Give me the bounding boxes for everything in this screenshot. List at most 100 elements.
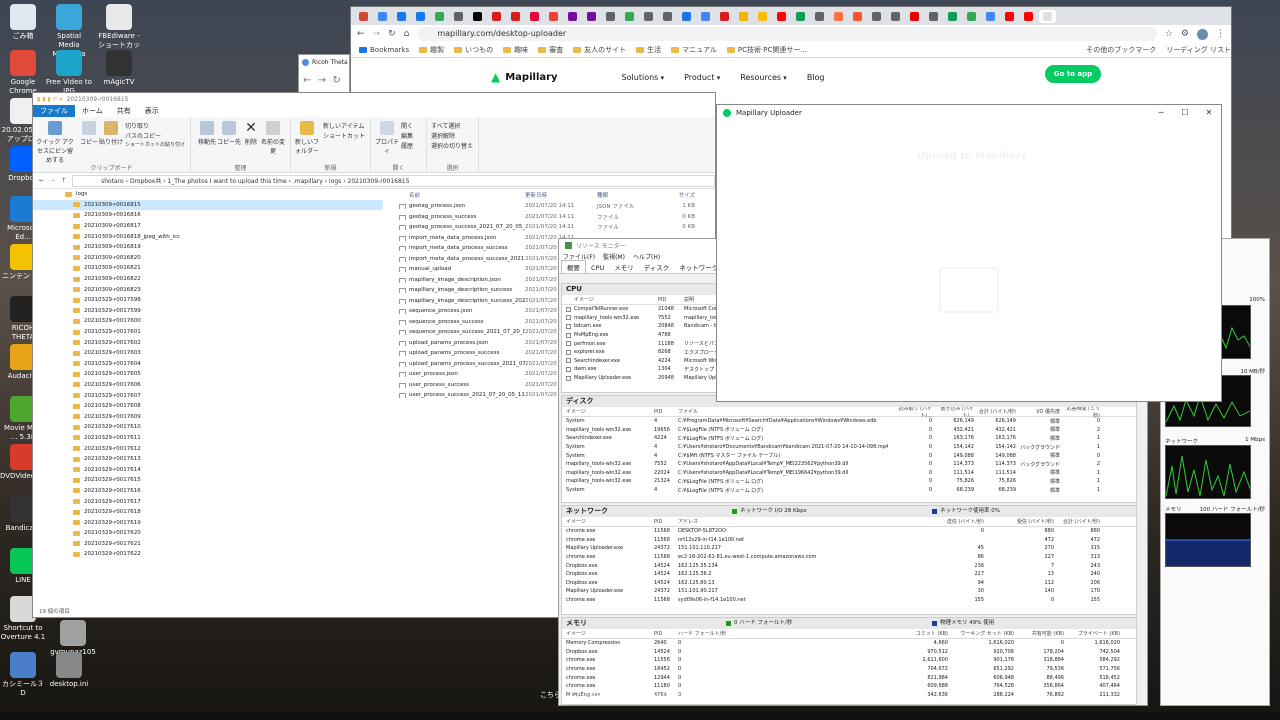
browser-tab[interactable] [697, 10, 714, 23]
folder-drop-icon[interactable] [939, 267, 999, 313]
browser-tab[interactable] [469, 10, 486, 23]
tree-item[interactable]: 20210309-r0016817 [33, 221, 383, 232]
desktop-icon[interactable]: Google Chrome [0, 50, 46, 96]
browser-tab[interactable] [678, 10, 695, 23]
tab-memory[interactable]: メモリ [609, 261, 639, 273]
tree-item[interactable]: 20210329-r0017608 [33, 401, 383, 412]
tree-item[interactable]: 20210329-r0017618 [33, 507, 383, 518]
table-row[interactable]: mapillary_tools-win32.exe 7552 C:¥Users¥sh… [562, 460, 1136, 469]
column-header[interactable]: コミット (KB) [904, 630, 948, 637]
tree-item[interactable]: 20210329-r0017606 [33, 380, 383, 391]
column-header[interactable]: イメージ [562, 408, 650, 415]
browser-tab[interactable] [1001, 10, 1018, 23]
minimize-button[interactable]: ─ [1149, 105, 1173, 120]
tree-item[interactable]: 20210329-r0017601 [33, 327, 383, 338]
bookmark-item[interactable]: 趣味 [503, 45, 528, 55]
tab-cpu[interactable]: CPU [586, 263, 609, 273]
breadcrumb[interactable]: shotaro › Dropbox共 › 1_The photos I want… [72, 174, 715, 187]
bookmark-item[interactable]: 友人のサイト [573, 45, 626, 55]
file-row[interactable]: geotag_process_success_2021_07_20_05_...… [393, 222, 717, 233]
table-row[interactable]: Memory Compression 2640 0 4,660 1,616,020 0 1,… [562, 639, 1136, 648]
nav-solutions[interactable]: Solutions [622, 73, 665, 82]
up-icon[interactable]: ↑ [61, 177, 66, 184]
forward-icon[interactable]: → [50, 177, 55, 184]
table-row[interactable]: Dropbox.exe 14524 162.125.80.13 94 112 206 [562, 579, 1136, 588]
browser-tab[interactable] [906, 10, 923, 23]
process-checkbox[interactable] [566, 349, 571, 355]
table-row[interactable]: chrome.exe 11556 0 2,611,600 901,176 318,884 5… [562, 656, 1136, 665]
tree-item[interactable]: 20210329-r0017616 [33, 486, 383, 497]
browser-tab[interactable] [602, 10, 619, 23]
browser-tab[interactable] [773, 10, 790, 23]
ricoh-nav-arrows[interactable]: ← → ↻ [299, 75, 349, 86]
table-row[interactable]: chrome.exe 11568 nrt12s29-in-f14.1e100.net… [562, 536, 1136, 545]
column-header[interactable]: PID [650, 631, 674, 637]
table-row[interactable]: Dropbox.exe 14524 162.125.36.2 227 13 240 [562, 570, 1136, 579]
tree-item[interactable]: 20210329-r0017599 [33, 306, 383, 317]
tree-item[interactable]: 20210329-r0017614 [33, 464, 383, 475]
table-row[interactable]: mapillary_tools-win32.exe 19656 C:¥$LogFil… [562, 426, 1136, 435]
new-item-button[interactable]: 新しいアイテム [323, 121, 364, 130]
browser-tab[interactable] [545, 10, 562, 23]
tree-item[interactable]: 20210329-r0017610 [33, 422, 383, 433]
tree-item[interactable]: 20210309-r0016820 [33, 253, 383, 264]
tree-item[interactable]: 20210309-r0016822 [33, 274, 383, 285]
edit-button[interactable]: 編集 [401, 131, 413, 140]
column-header[interactable]: アドレス [674, 518, 914, 525]
nav-blog[interactable]: Blog [807, 73, 825, 82]
go-to-app-button[interactable]: Go to app [1045, 65, 1101, 83]
cpu-col-pid[interactable]: PID [654, 297, 680, 303]
tree-item[interactable]: 20210309-r0016816 [33, 210, 383, 221]
column-header[interactable]: 受信 (バイト/秒) [984, 518, 1054, 525]
tree-item[interactable]: 20210329-r0017603 [33, 348, 383, 359]
browser-tab[interactable] [925, 10, 942, 23]
forward-icon[interactable]: → [373, 29, 381, 39]
file-row[interactable]: geotag_process_success 2021/07/20 14:11 ファ… [393, 212, 717, 223]
column-header[interactable]: PID [650, 519, 674, 525]
tree-item[interactable]: 20210329-r0017619 [33, 517, 383, 528]
browser-tab[interactable] [944, 10, 961, 23]
process-checkbox[interactable] [566, 358, 571, 364]
tab-share[interactable]: 共有 [110, 105, 138, 117]
tree-item[interactable]: 20210329-r0017605 [33, 369, 383, 380]
open-button[interactable]: 開く [401, 121, 413, 130]
browser-tab[interactable] [374, 10, 391, 23]
reload-icon[interactable]: ↻ [388, 29, 396, 39]
table-row[interactable]: chrome.exe 11568 ec2-18-202-61-81.eu-west-… [562, 553, 1136, 562]
column-name[interactable]: 名前 [393, 191, 525, 199]
tree-item[interactable]: 20210309-r0016819 [33, 242, 383, 253]
cut-button[interactable]: 切り取り [125, 121, 149, 130]
back-icon[interactable]: ← [357, 29, 365, 39]
browser-tab[interactable] [811, 10, 828, 23]
column-header[interactable]: PID [650, 409, 674, 415]
table-row[interactable]: System 4 C:¥$LogFile (NTFS ボリューム ログ) 0 68,23… [562, 486, 1136, 495]
process-checkbox[interactable] [566, 315, 571, 321]
star-icon[interactable]: ☆ [1165, 29, 1173, 39]
pin-quick-access-button[interactable]: クイック アクセスにピン留めする [35, 121, 75, 164]
tab-file[interactable]: ファイル [33, 105, 75, 117]
desktop-icon[interactable]: ごみ箱 [0, 4, 46, 41]
table-row[interactable]: Mapillary Uploader.exe 24372 151.101.90.21… [562, 587, 1136, 596]
process-checkbox[interactable] [566, 306, 571, 312]
close-button[interactable]: ✕ [1197, 105, 1221, 120]
process-checkbox[interactable] [566, 375, 571, 381]
tree-item[interactable]: 20210309-r0016823 [33, 284, 383, 295]
mapillary-logo[interactable]: ▲ Mapillary [491, 70, 558, 84]
tree-item-logs[interactable]: logs [33, 189, 383, 200]
browser-tab[interactable] [393, 10, 410, 23]
browser-tab[interactable] [621, 10, 638, 23]
table-row[interactable]: chrome.exe 11568 syd09s06-in-f14.1e100.net… [562, 596, 1136, 605]
column-header[interactable]: プライベート (KB) [1064, 630, 1120, 637]
tree-item[interactable]: 20210329-r0017607 [33, 390, 383, 401]
tree-item[interactable]: 20210329-r0017598 [33, 295, 383, 306]
menu-help[interactable]: ヘルプ(H) [633, 252, 660, 261]
browser-tab[interactable] [849, 10, 866, 23]
table-row[interactable]: chrome.exe 18452 0 704,672 651,292 79,536 571,… [562, 665, 1136, 674]
browser-tab[interactable] [355, 10, 372, 23]
bookmark-item[interactable]: マニュアル [671, 45, 717, 55]
browser-tab[interactable] [659, 10, 676, 23]
column-type[interactable]: 種類 [597, 191, 665, 199]
tree-item[interactable]: 20210329-r0017622 [33, 549, 383, 560]
tab-view[interactable]: 表示 [138, 105, 166, 117]
column-header[interactable]: 送信 (バイト/秒) [914, 518, 984, 525]
